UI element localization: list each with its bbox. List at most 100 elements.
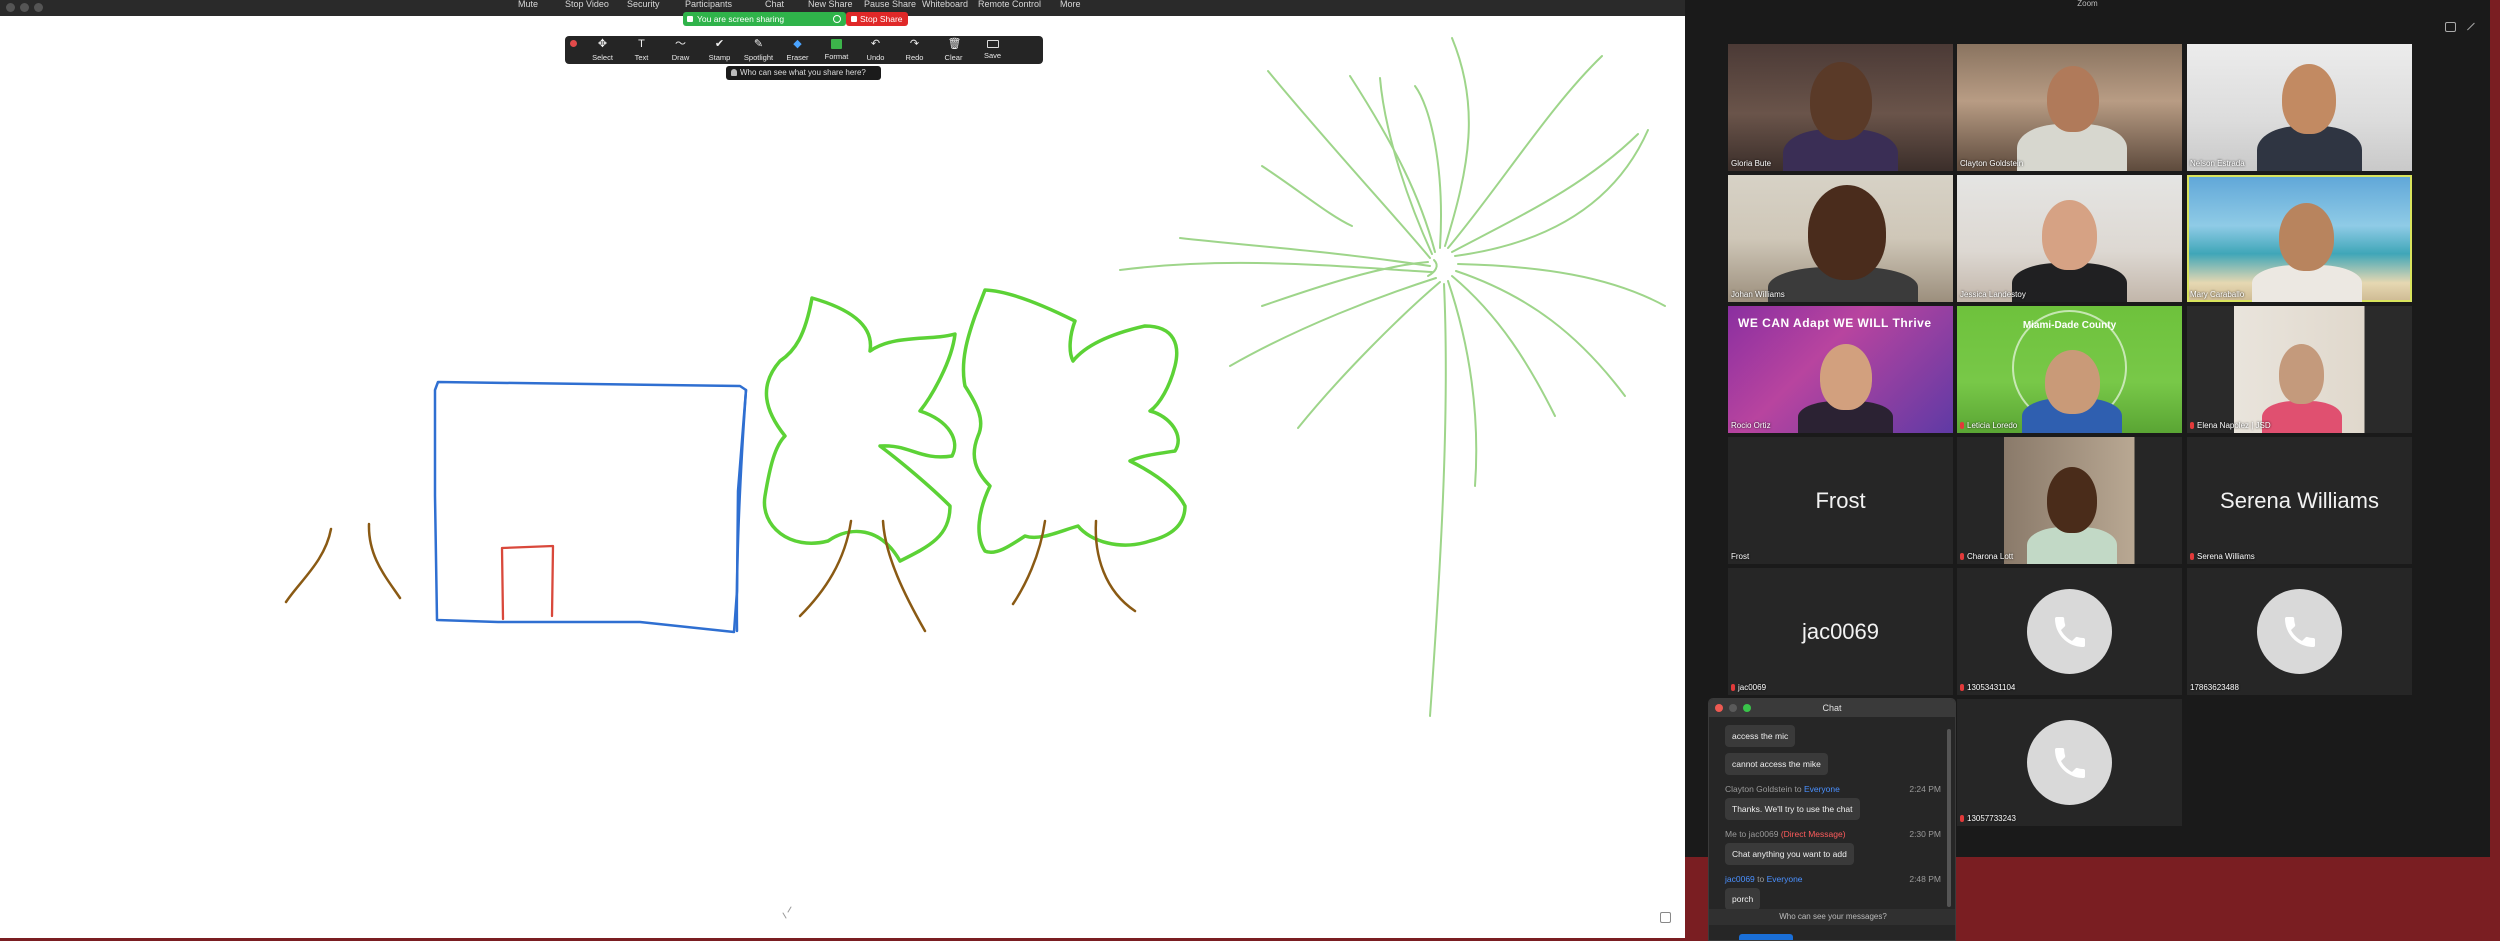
to-word: to [1739, 829, 1747, 839]
video-tile-off[interactable]: jac0069 jac0069 [1728, 568, 1953, 695]
tool-save[interactable]: Save [973, 36, 1012, 64]
participant-name: Rocio Ortiz [1731, 421, 1771, 430]
participant-face [2047, 467, 2097, 533]
check-stamp-icon: ✔ [714, 37, 725, 50]
new-share-button[interactable]: New Share [808, 0, 853, 9]
chat-title: Chat [1822, 703, 1842, 713]
sharing-status-text: You are screen sharing [697, 14, 785, 24]
participant-name: Serena Williams [2197, 552, 2255, 561]
video-tile-off[interactable]: Serena Williams Serena Williams [2187, 437, 2412, 564]
pause-share-button[interactable]: Pause Share [864, 0, 916, 9]
tool-redo[interactable]: ↷ Redo [895, 36, 934, 64]
whiteboard-drawing [284, 37, 1666, 919]
expand-icon[interactable] [1660, 912, 1671, 923]
tool-format[interactable]: Format [817, 36, 856, 64]
pause-circle-icon[interactable] [833, 15, 841, 23]
chat-footer-text: Who can see your messages? [1779, 912, 1887, 921]
tool-select[interactable]: ✥ Select [583, 36, 622, 64]
tool-spotlight[interactable]: ✎ Spotlight [739, 36, 778, 64]
more-button[interactable]: More [1060, 0, 1081, 9]
muted-mic-icon [1960, 815, 1964, 822]
video-tile-active-speaker[interactable]: Mary Caraballo [2187, 175, 2412, 302]
tool-label: Save [983, 51, 1002, 60]
tool-label: Text [634, 52, 649, 62]
muted-mic-icon [1960, 422, 1964, 429]
who-can-see-messages-link[interactable]: Who can see your messages? [1709, 909, 1955, 925]
participant-face [2282, 64, 2336, 134]
stop-share-button[interactable]: Stop Share [846, 12, 908, 26]
door-drawing [500, 544, 555, 621]
view-toggle-icon[interactable] [2445, 22, 2456, 32]
participant-face [1820, 344, 1872, 410]
virtual-background-text: Miami-Dade County [2022, 320, 2117, 331]
tool-text[interactable]: T Text [622, 36, 661, 64]
participant-face [2045, 350, 2100, 414]
video-tile[interactable]: Miami-Dade County Leticia Loredo [1957, 306, 2182, 433]
tool-label: Draw [671, 52, 690, 62]
muted-mic-icon [1731, 684, 1735, 691]
tool-stamp[interactable]: ✔ Stamp [700, 36, 739, 64]
security-button[interactable]: Security [627, 0, 660, 9]
tool-clear[interactable]: 🗑 Clear [934, 36, 973, 64]
video-tile[interactable]: Elena Napolez | JSD [2187, 306, 2412, 433]
video-tile[interactable]: Jessica Landestoy [1957, 175, 2182, 302]
tool-undo[interactable]: ↶ Undo [856, 36, 895, 64]
tool-label: Clear [944, 52, 963, 62]
phone-tile[interactable]: 13053431104 [1957, 568, 2182, 695]
video-tile[interactable]: Gloria Bute [1728, 44, 1953, 171]
screen: Mute Stop Video Security Participants Ch… [0, 0, 2500, 941]
whiteboard-button[interactable]: Whiteboard [922, 0, 968, 9]
video-tile[interactable]: Clayton Goldstein [1957, 44, 2182, 171]
stop-video-button[interactable]: Stop Video [565, 0, 609, 9]
shield-icon [687, 16, 693, 22]
phone-tile[interactable]: 17863623488 [2187, 568, 2412, 695]
participant-name: Gloria Bute [1731, 159, 1772, 168]
close-icon[interactable] [1715, 704, 1723, 712]
cursor-mark [782, 906, 792, 919]
phone-tile[interactable]: 13057733243 [1957, 699, 2182, 826]
zoom-window-icon[interactable] [1743, 704, 1751, 712]
virtual-background-text: WE CAN Adapt WE WILL Thrive [1738, 316, 1932, 330]
redo-icon: ↷ [909, 37, 920, 50]
video-tile[interactable]: WE CAN Adapt WE WILL Thrive Rocio Ortiz [1728, 306, 1953, 433]
recipient-dropdown[interactable] [1739, 934, 1793, 940]
participant-name: Frost [1731, 552, 1750, 561]
chat-message-meta: Me to jac0069 (Direct Message) 2:30 PM [1725, 829, 1947, 841]
chat-button[interactable]: Chat [765, 0, 784, 9]
participants-button[interactable]: Participants [685, 0, 732, 9]
screen-sharing-indicator: You are screen sharing [683, 12, 846, 26]
muted-mic-icon [1960, 684, 1964, 691]
tool-label: Format [824, 52, 849, 61]
video-tile[interactable]: Johan Williams [1728, 175, 1953, 302]
whiteboard-canvas[interactable] [0, 16, 1685, 938]
participant-name: 13053431104 [1967, 683, 2016, 692]
recipient: Everyone [1803, 784, 1840, 794]
move-icon: ✥ [597, 37, 608, 50]
sender: jac0069 [1725, 874, 1755, 884]
participant-name: Johan Williams [1731, 290, 1785, 299]
video-tile[interactable]: Charona Lott [1957, 437, 2182, 564]
left-tree-trunks [284, 522, 402, 604]
tool-eraser[interactable]: ◆ Eraser [778, 36, 817, 64]
chat-message: cannot access the mike [1725, 753, 1828, 775]
chat-message-meta: jac0069 to Everyone 2:48 PM [1725, 874, 1947, 886]
video-tile[interactable]: Nelson Estrada [2187, 44, 2412, 171]
close-annotation-icon[interactable] [570, 40, 577, 47]
participant-display-name: Frost [1815, 487, 1866, 513]
tool-label: Stamp [708, 52, 731, 62]
mute-button[interactable]: Mute [518, 0, 538, 9]
participant-name: Jessica Landestoy [1960, 290, 2026, 299]
remote-control-button[interactable]: Remote Control [978, 0, 1041, 9]
exit-fullscreen-icon[interactable] [2465, 22, 2476, 32]
who-can-see-link[interactable]: Who can see what you share here? [726, 66, 881, 80]
format-icon [831, 39, 842, 49]
tree-canopy-left [762, 296, 957, 563]
participant-name: Elena Napolez | JSD [2197, 421, 2271, 430]
minimize-icon[interactable] [1729, 704, 1737, 712]
save-icon [986, 40, 999, 48]
chat-input-area[interactable] [1709, 925, 1955, 940]
tool-draw[interactable]: 〜 Draw [661, 36, 700, 64]
chat-scrollbar[interactable] [1947, 729, 1951, 907]
who-can-see-text: Who can see what you share here? [740, 68, 866, 77]
video-tile-off[interactable]: Frost Frost [1728, 437, 1953, 564]
